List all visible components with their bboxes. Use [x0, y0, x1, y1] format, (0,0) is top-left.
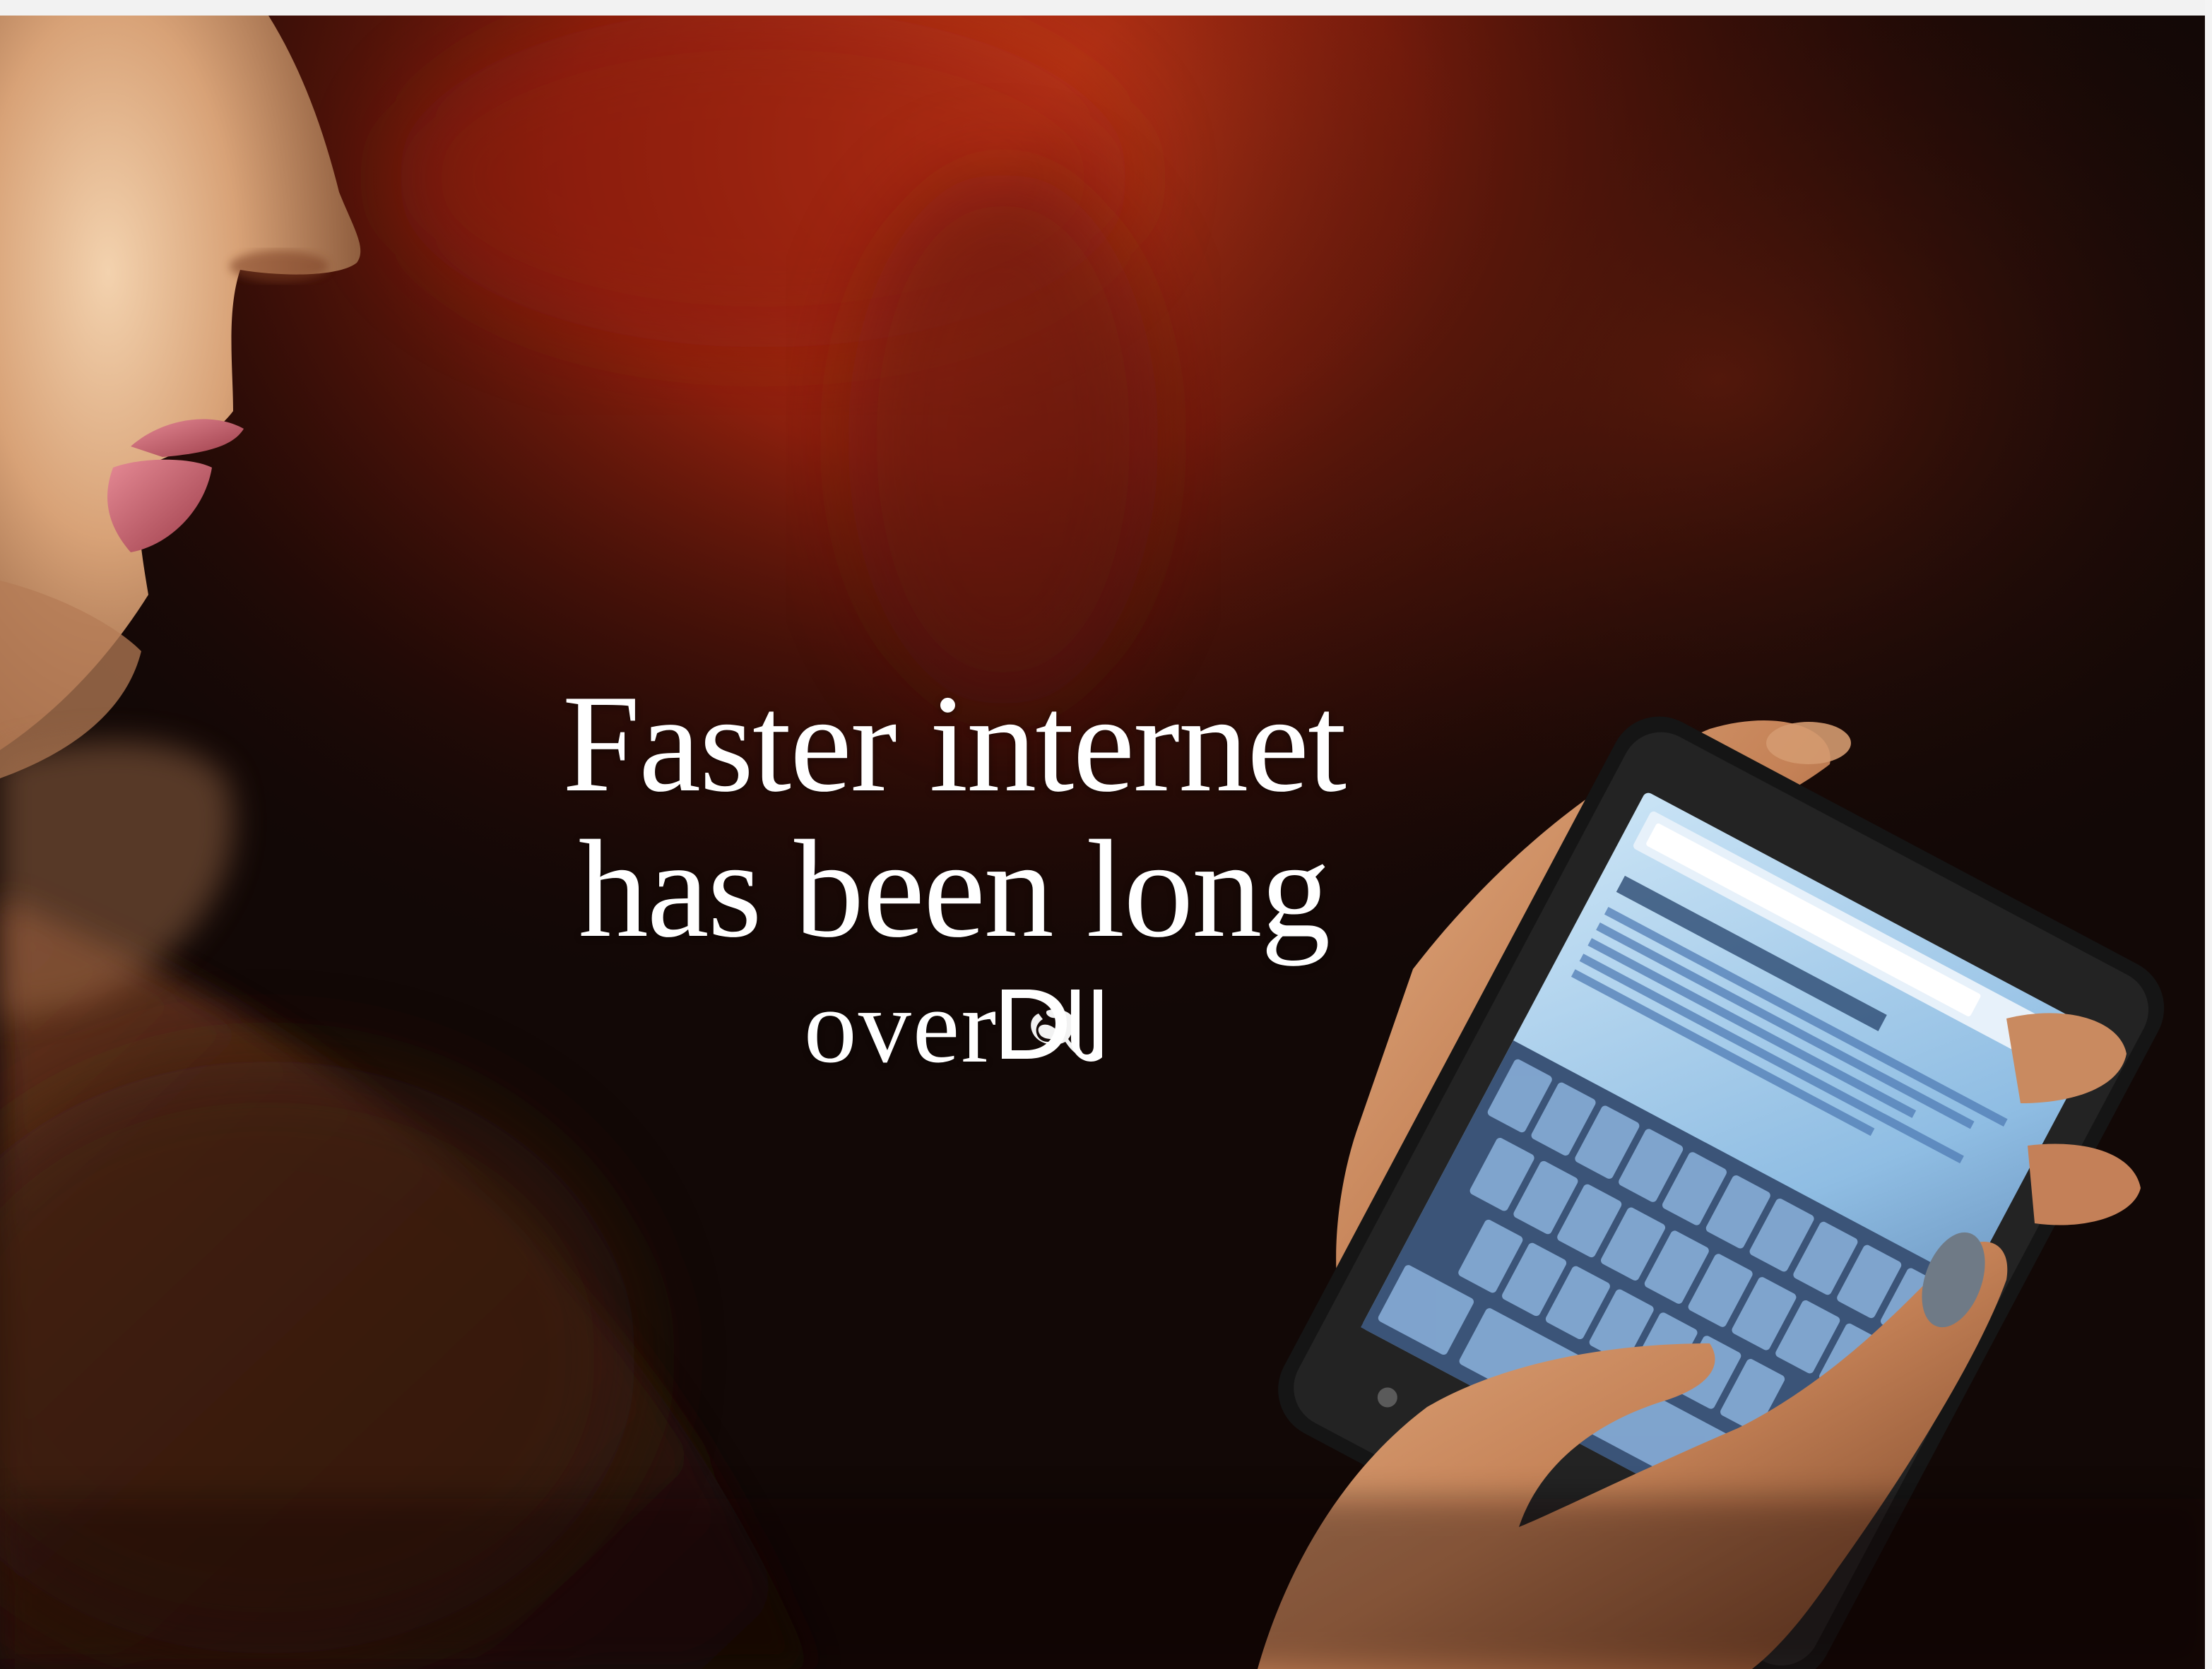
advertisement-frame: Faster internet has been long over	[0, 0, 2212, 1669]
headline-line-2: has been long	[578, 812, 1331, 966]
logo-mark-icon	[998, 982, 1104, 1066]
headline-line-1: Faster internet	[562, 666, 1347, 821]
headline-line-3: over	[523, 966, 1385, 1086]
background-photo: Faster internet has been long over	[0, 16, 2205, 1669]
headline-line-3-text: over	[803, 968, 998, 1085]
top-border	[0, 0, 2212, 16]
headline: Faster internet has been long over	[523, 671, 1385, 1086]
right-border	[2205, 0, 2212, 1669]
